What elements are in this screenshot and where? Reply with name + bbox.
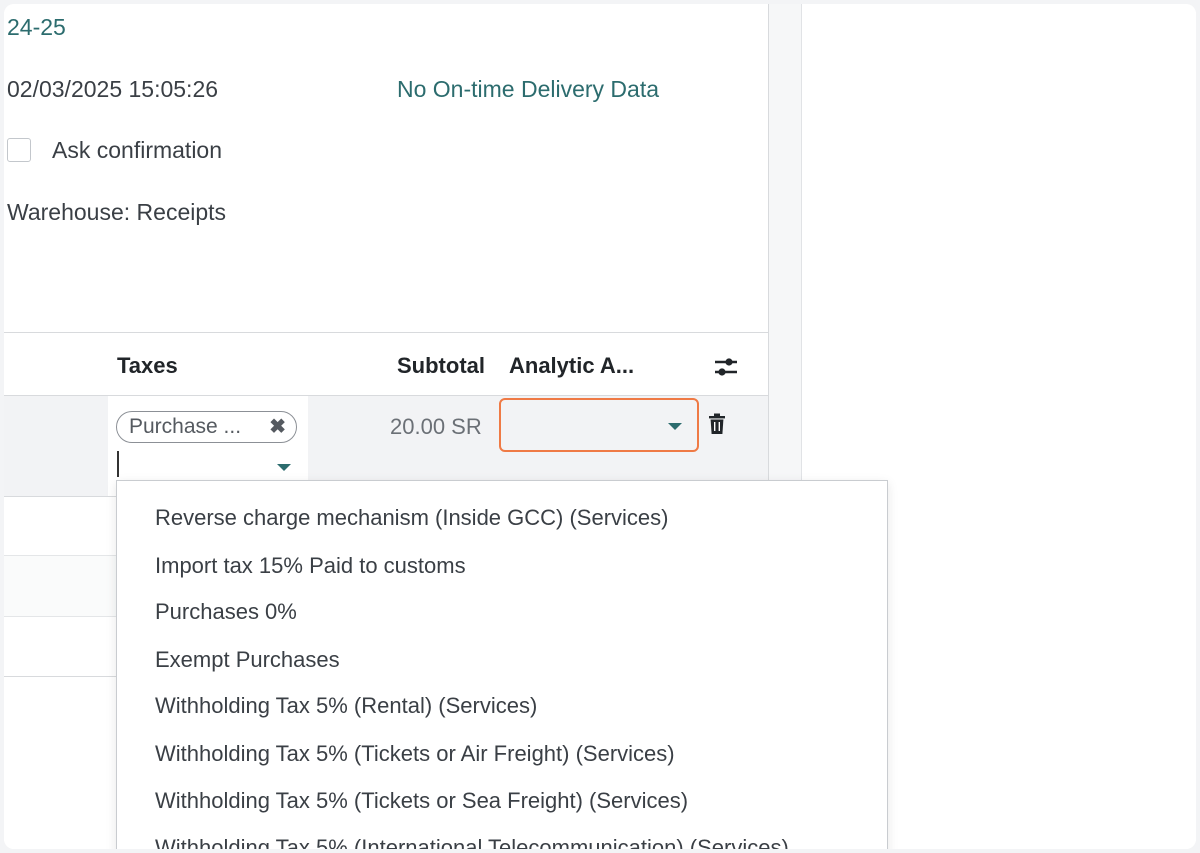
- subtotal-value: 20.00 SR: [390, 414, 482, 439]
- analytic-distribution-input[interactable]: [499, 398, 699, 452]
- dropdown-option[interactable]: Withholding Tax 5% (International Teleco…: [155, 835, 789, 849]
- reference-field[interactable]: 24-25: [7, 14, 66, 41]
- column-header-subtotal[interactable]: Subtotal: [397, 353, 485, 379]
- tax-dropdown-menu: Reverse charge mechanism (Inside GCC) (S…: [116, 480, 888, 849]
- dropdown-option[interactable]: Reverse charge mechanism (Inside GCC) (S…: [155, 505, 669, 531]
- dropdown-option[interactable]: Withholding Tax 5% (Tickets or Air Freig…: [155, 741, 675, 767]
- tax-tag: Purchase ... ✖: [116, 411, 297, 443]
- order-date-field[interactable]: 02/03/2025 15:05:26: [7, 76, 218, 103]
- close-icon[interactable]: ✖: [269, 414, 286, 439]
- ask-confirmation-label: Ask confirmation: [52, 137, 223, 163]
- column-header-taxes[interactable]: Taxes: [117, 353, 178, 379]
- dropdown-option[interactable]: Withholding Tax 5% (Tickets or Sea Freig…: [155, 788, 688, 814]
- column-header-analytic[interactable]: Analytic A...: [509, 353, 634, 379]
- text-cursor: [117, 451, 119, 477]
- ask-confirmation-checkbox[interactable]: [7, 138, 31, 162]
- chevron-down-icon[interactable]: [277, 464, 291, 471]
- dropdown-option[interactable]: Exempt Purchases: [155, 647, 340, 673]
- dropdown-option[interactable]: Import tax 15% Paid to customs: [155, 553, 466, 579]
- dropdown-option[interactable]: Withholding Tax 5% (Rental) (Services): [155, 693, 537, 719]
- trash-icon[interactable]: [708, 413, 726, 440]
- tax-tag-label: Purchase ...: [129, 415, 242, 438]
- on-time-delivery-link[interactable]: No On-time Delivery Data: [397, 76, 659, 103]
- sliders-icon[interactable]: [712, 354, 740, 385]
- chevron-down-icon[interactable]: [668, 423, 682, 430]
- dropdown-option[interactable]: Purchases 0%: [155, 599, 297, 625]
- deliver-to-field[interactable]: Warehouse: Receipts: [7, 199, 226, 226]
- screen-frame: 24-25 02/03/2025 15:05:26 No On-time Del…: [4, 4, 1196, 849]
- table-header-top-border: [4, 332, 768, 333]
